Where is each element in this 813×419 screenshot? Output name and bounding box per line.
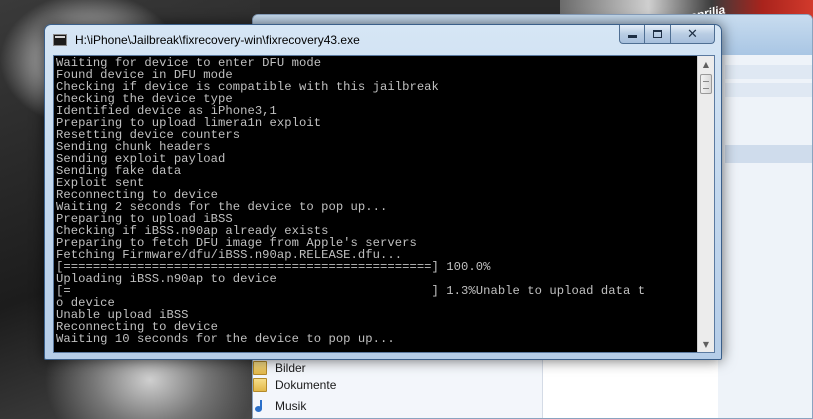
music-icon bbox=[253, 399, 267, 413]
close-button[interactable]: ✕ bbox=[671, 25, 715, 44]
close-icon: ✕ bbox=[687, 26, 698, 42]
console-output[interactable]: Waiting for device to enter DFU mode Foun… bbox=[53, 55, 715, 353]
scroll-up-arrow-icon[interactable]: ▲ bbox=[698, 56, 714, 72]
console-app-icon[interactable] bbox=[53, 34, 67, 46]
nav-item-dokumente[interactable]: Dokumente bbox=[253, 375, 336, 395]
console-text: Waiting for device to enter DFU mode Foun… bbox=[56, 57, 692, 351]
console-titlebar[interactable]: H:\iPhone\Jailbreak\fixrecovery-win\fixr… bbox=[45, 25, 721, 55]
explorer-content-row[interactable] bbox=[725, 65, 812, 79]
folder-icon bbox=[253, 378, 267, 392]
explorer-content-row[interactable] bbox=[725, 145, 812, 163]
nav-item-label: Musik bbox=[275, 399, 307, 413]
console-line: Waiting 10 seconds for the device to pop… bbox=[56, 332, 395, 346]
scroll-down-arrow-icon[interactable]: ▼ bbox=[698, 336, 714, 352]
window-title: H:\iPhone\Jailbreak\fixrecovery-win\fixr… bbox=[75, 33, 360, 47]
folder-icon bbox=[253, 361, 267, 375]
explorer-content-pane bbox=[718, 55, 812, 418]
console-line: Sending fake data bbox=[56, 164, 182, 178]
console-line: [= ] 1.3%Unable to upload data t bbox=[56, 284, 646, 298]
nav-item-musik[interactable]: Musik bbox=[253, 396, 306, 416]
nav-item-label: Bilder bbox=[275, 361, 306, 375]
window-controls: ✕ bbox=[619, 25, 715, 44]
scrollbar-thumb[interactable] bbox=[700, 74, 712, 94]
nav-item-label: Dokumente bbox=[275, 378, 337, 392]
maximize-button[interactable] bbox=[645, 25, 671, 44]
maximize-icon bbox=[653, 30, 662, 38]
console-window[interactable]: H:\iPhone\Jailbreak\fixrecovery-win\fixr… bbox=[44, 24, 722, 360]
minimize-icon bbox=[627, 34, 637, 38]
minimize-button[interactable] bbox=[619, 25, 645, 44]
explorer-content-row[interactable] bbox=[725, 83, 812, 97]
vertical-scrollbar[interactable]: ▲ ▼ bbox=[697, 56, 714, 352]
